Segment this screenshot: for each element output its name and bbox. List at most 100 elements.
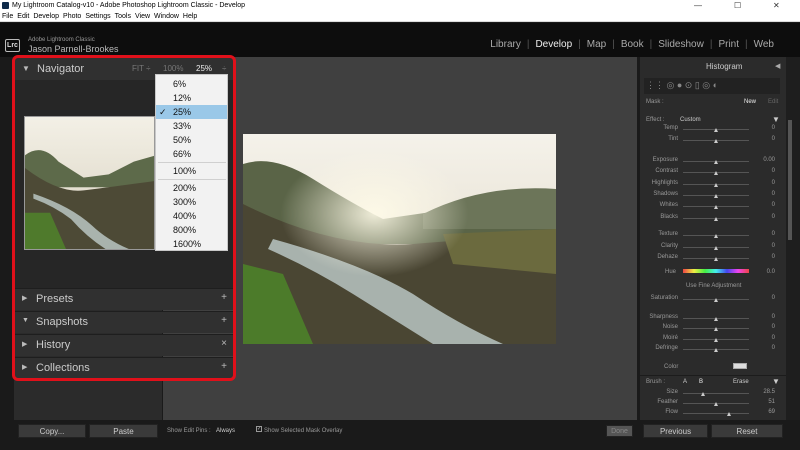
previous-button[interactable]: Previous [643, 424, 708, 438]
module-web[interactable]: Web [754, 39, 774, 50]
slider-value[interactable]: 0 [755, 136, 775, 142]
module-library[interactable]: Library [490, 39, 521, 50]
slider-track[interactable] [683, 393, 749, 394]
slider-value[interactable]: 0 [755, 254, 775, 260]
slider-knob[interactable] [714, 194, 718, 198]
slider-knob[interactable] [714, 245, 718, 250]
right-scrollbar-thumb[interactable] [788, 120, 792, 240]
effect-select[interactable]: Custom [680, 117, 701, 123]
zoom-current[interactable]: 25% [196, 64, 212, 73]
tool-icons[interactable]: ⋮⋮ ◎ ● ⊙ ▯ ◎ ◐ [646, 80, 718, 91]
zoom-option-50[interactable]: 50% [156, 133, 227, 147]
slider-knob[interactable] [714, 171, 718, 176]
slider-knob[interactable] [714, 402, 718, 406]
slider-value[interactable]: 51 [755, 399, 775, 405]
zoom-option-33[interactable]: 33% [156, 119, 227, 133]
slider-knob[interactable] [727, 412, 732, 416]
zoom-option-66[interactable]: 66% [156, 147, 227, 161]
brush-erase-button[interactable]: Erase [733, 379, 749, 385]
slider-knob[interactable] [714, 182, 718, 187]
slider-knob[interactable] [714, 234, 718, 239]
brush-menu-icon[interactable]: ▼ [772, 377, 780, 386]
zoom-100[interactable]: 100% [163, 64, 183, 73]
zoom-dropdown[interactable]: 6% 12% ✓ 25% 33% 50% 66% 100% 200% 300% 4… [155, 74, 228, 251]
zoom-option-800[interactable]: 800% [156, 223, 227, 237]
slider-knob[interactable] [714, 298, 718, 302]
slider-value[interactable]: 0 [755, 314, 775, 320]
slider-value[interactable]: 0 [755, 324, 775, 330]
maximize-button[interactable]: ☐ [734, 0, 741, 12]
edit-pins-select[interactable]: Always [216, 428, 235, 434]
zoom-option-1600[interactable]: 1600% [156, 237, 227, 251]
slider-knob[interactable] [714, 205, 718, 210]
menu-edit[interactable]: Edit [17, 13, 29, 20]
done-button[interactable]: Done [606, 425, 633, 437]
slider-value[interactable]: 0 [755, 345, 775, 351]
slider-knob[interactable] [714, 316, 718, 321]
add-snapshot-icon[interactable]: + [221, 315, 227, 326]
zoom-option-12[interactable]: 12% [156, 91, 227, 105]
slider-value[interactable]: 0 [755, 168, 775, 174]
add-preset-icon[interactable]: + [221, 292, 227, 303]
brush-b-button[interactable]: B [699, 379, 703, 385]
mask-edit-button[interactable]: Edit [768, 99, 778, 105]
slider-value[interactable]: 0.00 [755, 157, 775, 163]
zoom-option-25[interactable]: ✓ 25% [156, 105, 227, 119]
slider-value[interactable]: 0 [755, 191, 775, 197]
slider-value[interactable]: 0 [755, 202, 775, 208]
menu-help[interactable]: Help [183, 13, 197, 20]
module-slideshow[interactable]: Slideshow [658, 39, 704, 50]
slider-knob[interactable] [714, 348, 718, 352]
module-book[interactable]: Book [621, 39, 644, 50]
module-develop[interactable]: Develop [535, 39, 572, 50]
panel-presets[interactable]: ▶ Presets + [14, 288, 234, 310]
panel-history[interactable]: ▶ History × [14, 334, 234, 356]
menu-settings[interactable]: Settings [85, 13, 110, 20]
add-collection-icon[interactable]: + [221, 361, 227, 372]
menu-file[interactable]: File [2, 13, 13, 20]
zoom-option-6[interactable]: 6% [156, 77, 227, 91]
slider-value[interactable]: 0 [755, 295, 775, 301]
zoom-option-300[interactable]: 300% [156, 195, 227, 209]
mask-overlay-checkbox[interactable]: ✓ [256, 426, 262, 432]
slider-knob[interactable] [714, 327, 718, 331]
close-button[interactable]: ✕ [773, 0, 780, 12]
zoom-option-400[interactable]: 400% [156, 209, 227, 223]
hue-slider[interactable] [683, 269, 749, 273]
paste-button[interactable]: Paste [89, 424, 158, 438]
use-fine-adjustment[interactable]: Use Fine Adjustment [686, 283, 741, 289]
slider-knob[interactable] [714, 337, 718, 342]
menu-develop[interactable]: Develop [33, 13, 59, 20]
copy-button[interactable]: Copy... [18, 424, 86, 438]
zoom-fit[interactable]: FIT ÷ [132, 64, 150, 73]
module-print[interactable]: Print [718, 39, 739, 50]
collapse-histogram-icon[interactable]: ◀ [775, 62, 780, 70]
slider-knob[interactable] [700, 392, 705, 396]
slider-knob[interactable] [714, 159, 718, 164]
effect-menu-icon[interactable]: ▼ [772, 115, 780, 124]
slider-value[interactable]: 0 [755, 243, 775, 249]
slider-value[interactable]: 0 [755, 214, 775, 220]
menu-tools[interactable]: Tools [115, 13, 131, 20]
minimize-button[interactable]: — [694, 0, 702, 12]
brush-a-button[interactable]: A [683, 379, 687, 385]
main-photo[interactable] [243, 134, 556, 344]
zoom-option-200[interactable]: 200% [156, 181, 227, 195]
slider-value[interactable]: 0 [755, 125, 775, 131]
reset-button[interactable]: Reset [711, 424, 783, 438]
panel-collections[interactable]: ▶ Collections + [14, 357, 234, 379]
mask-new-button[interactable]: New [744, 99, 756, 105]
menu-view[interactable]: View [135, 13, 150, 20]
panel-snapshots[interactable]: ▼ Snapshots + [14, 311, 234, 333]
slider-value[interactable]: 0 [755, 180, 775, 186]
slider-value[interactable]: 28.5 [755, 389, 775, 395]
color-swatch[interactable] [733, 363, 747, 369]
slider-value[interactable]: 0 [755, 231, 775, 237]
slider-knob[interactable] [714, 139, 718, 144]
slider-value[interactable]: 69 [755, 409, 775, 415]
zoom-option-100[interactable]: 100% [156, 164, 227, 178]
clear-history-icon[interactable]: × [221, 338, 227, 349]
slider-knob[interactable] [714, 216, 718, 221]
slider-knob[interactable] [714, 257, 718, 261]
collapse-triangle-icon[interactable]: ▼ [22, 64, 30, 73]
